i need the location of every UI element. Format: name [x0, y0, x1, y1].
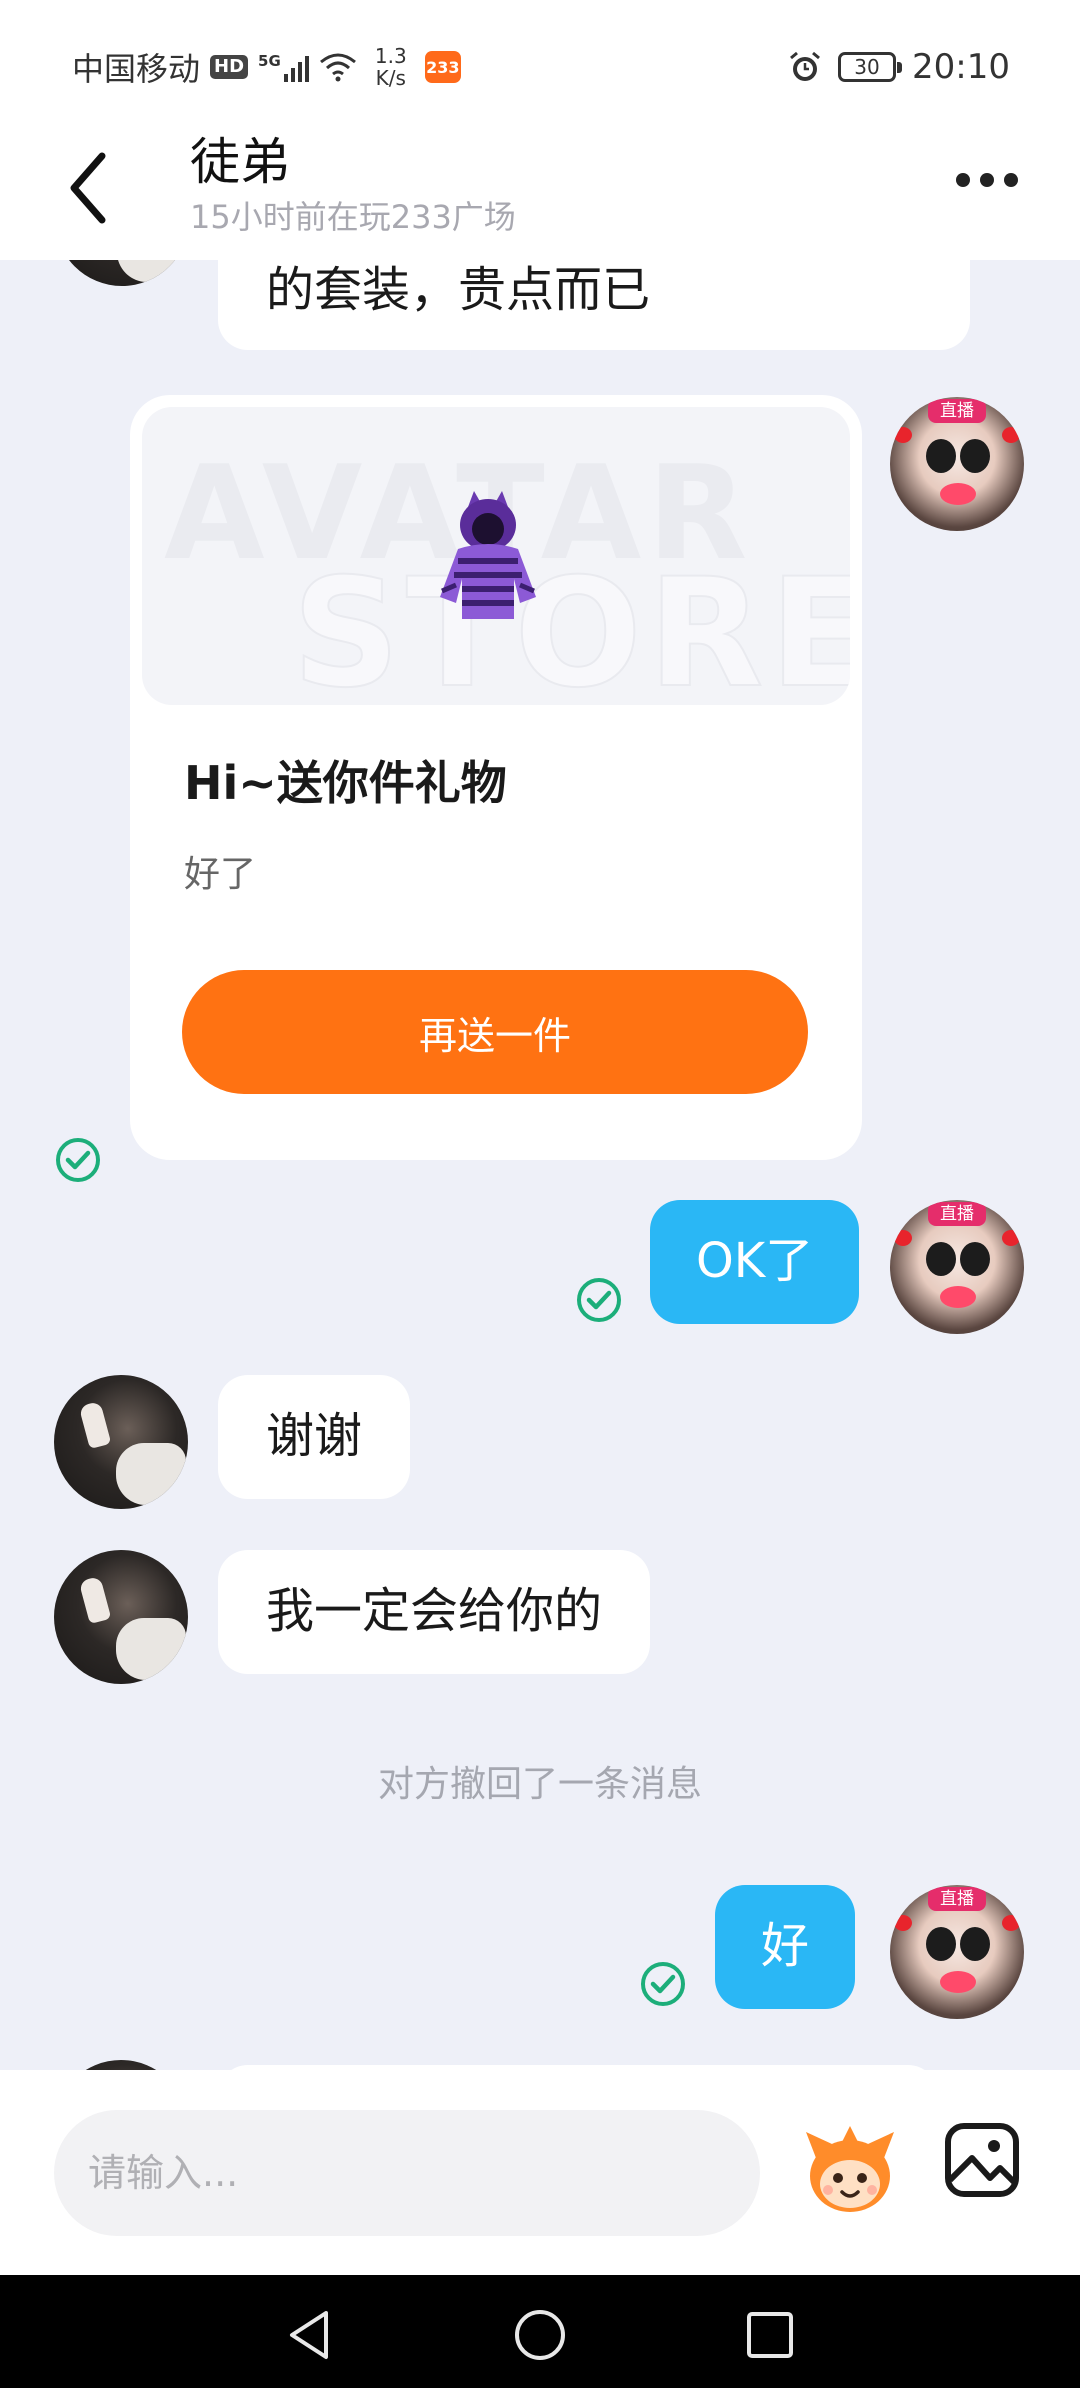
message-text: 的套装，贵点而已 [266, 262, 651, 319]
live-badge: 直播 [928, 399, 986, 423]
dot-icon [980, 173, 994, 187]
system-nav-bar [0, 2275, 1080, 2388]
message-bubble-other[interactable]: 我一定会给你的 [218, 1550, 651, 1674]
hd-badge: HD [210, 55, 249, 79]
live-badge: 直播 [928, 1202, 986, 1226]
app-233-icon: 233 [424, 51, 461, 83]
store-watermark: STORE [291, 546, 850, 705]
message-bubble-me[interactable]: 好 [715, 1885, 856, 2009]
message-text: 谢谢 [266, 1408, 363, 1465]
speed-value: 1.3 [374, 44, 407, 68]
gift-description: 好了 [184, 854, 257, 895]
dot-icon [956, 173, 970, 187]
chat-header: 徒弟 15小时前在玩233广场 [0, 100, 1080, 260]
contact-status: 15小时前在玩233广场 [190, 198, 516, 236]
message-text: 我一定会给你的 [266, 1583, 603, 1640]
status-left: 中国移动 HD 5G 1.3 K/s 233 [72, 42, 461, 92]
message-bubble-me[interactable]: OK了 [650, 1200, 860, 1324]
emoji-button[interactable] [798, 2118, 902, 2222]
other-avatar[interactable] [54, 1375, 188, 1509]
message-bubble-other[interactable]: 的套装，贵点而已 [218, 260, 970, 350]
image-picker-button[interactable] [942, 2120, 1022, 2200]
message-list[interactable]: 的套装，贵点而已 直播 AVATAR STORE Hi~送你件礼物 好了 再送一… [0, 260, 1080, 2070]
battery-level: 30 [854, 55, 880, 79]
my-avatar[interactable]: 直播 [890, 1200, 1024, 1334]
other-avatar[interactable] [55, 260, 189, 286]
read-check-icon [641, 1962, 685, 2006]
nav-home-icon[interactable] [510, 2305, 570, 2365]
input-bar [0, 2070, 1080, 2275]
nav-back-icon[interactable] [280, 2305, 340, 2365]
message-input[interactable] [54, 2110, 760, 2236]
network-type: 5G [258, 52, 281, 70]
alarm-icon [790, 51, 820, 81]
back-button[interactable] [60, 148, 120, 228]
other-avatar[interactable] [54, 2060, 188, 2070]
signal-icon: 5G [258, 52, 309, 82]
wifi-icon [319, 53, 356, 82]
carrier-name: 中国移动 [72, 50, 201, 88]
network-speed: 1.3 K/s [367, 45, 415, 89]
live-badge: 直播 [928, 1887, 986, 1911]
status-bar: 中国移动 HD 5G 1.3 K/s 233 30 20:10 [0, 0, 1080, 100]
message-text: OK了 [696, 1233, 814, 1290]
my-avatar[interactable]: 直播 [890, 1885, 1024, 2019]
dot-icon [1004, 173, 1018, 187]
nav-recents-icon[interactable] [740, 2305, 800, 2365]
hoodie-item-icon [440, 491, 536, 619]
gift-title: Hi~送你件礼物 [184, 756, 507, 810]
read-check-icon [56, 1138, 100, 1182]
more-options-button[interactable] [956, 170, 1018, 190]
read-check-icon [577, 1278, 621, 1322]
gift-card[interactable]: AVATAR STORE Hi~送你件礼物 好了 再送一件 [130, 395, 862, 1160]
status-right: 30 20:10 [788, 42, 1010, 92]
speed-unit: K/s [375, 66, 406, 90]
clock: 20:10 [912, 47, 1010, 87]
other-avatar[interactable] [54, 1550, 188, 1684]
send-another-gift-button[interactable]: 再送一件 [182, 970, 808, 1094]
my-avatar[interactable]: 直播 [890, 397, 1024, 531]
message-text: 好 [761, 1918, 810, 1975]
message-bubble-other[interactable]: 谢谢 [218, 1375, 411, 1499]
recalled-message-notice: 对方撤回了一条消息 [377, 1764, 702, 1805]
gift-image: AVATAR STORE [142, 407, 850, 705]
battery-icon: 30 [838, 52, 903, 82]
contact-name: 徒弟 [190, 133, 290, 191]
